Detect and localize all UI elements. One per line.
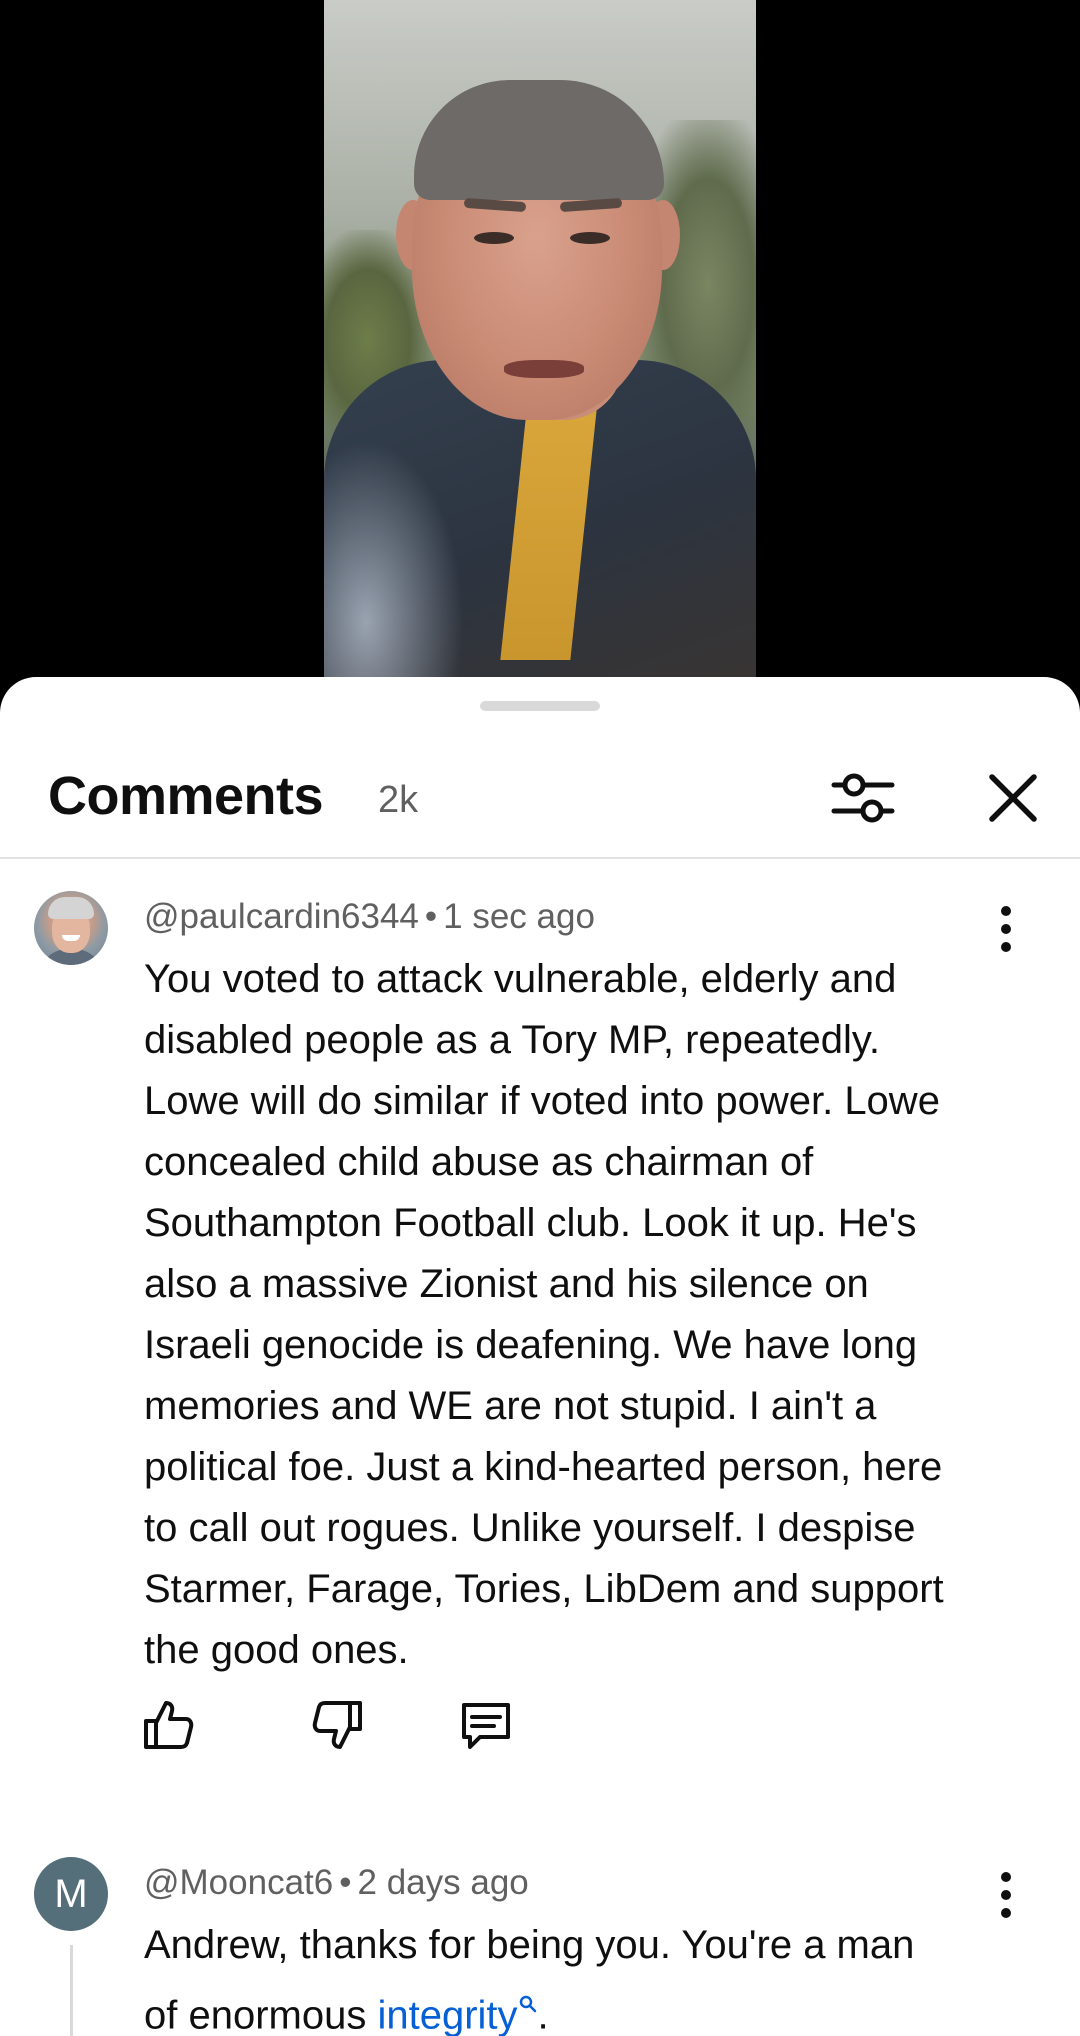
meta-separator: • xyxy=(424,897,438,936)
reply-button[interactable] xyxy=(458,1697,514,1753)
comment-text: Andrew, thanks for being you. You're a m… xyxy=(144,1915,1024,2036)
comments-header: Comments 2k xyxy=(0,737,1080,859)
dislike-button[interactable] xyxy=(310,1697,366,1753)
comment-text-line: memories and WE are not stupid. I ain't … xyxy=(144,1384,877,1428)
comment-text-line: political foe. Just a kind-hearted perso… xyxy=(144,1445,943,1489)
thumbs-up-icon xyxy=(144,1701,194,1749)
video-person-eye xyxy=(474,232,514,244)
comment-text-line: the good ones. xyxy=(144,1628,409,1672)
comments-sheet: Comments 2k @paulcardin6344 • 1 sec ago … xyxy=(0,677,1080,2036)
comment-meta: @paulcardin6344 • 1 sec ago xyxy=(144,897,595,937)
drag-handle[interactable] xyxy=(480,701,600,711)
video-glare xyxy=(324,440,464,700)
sliders-icon xyxy=(831,773,895,823)
search-link[interactable]: integrity xyxy=(377,1993,517,2036)
avatar-hair xyxy=(48,897,94,919)
comment-text-line: of enormous integrity. xyxy=(144,1976,1024,2036)
close-button[interactable] xyxy=(980,765,1046,831)
comment-author[interactable]: @Mooncat6 xyxy=(144,1863,333,1902)
video-person-hair xyxy=(414,80,664,200)
avatar[interactable]: M xyxy=(34,1857,108,1931)
meta-separator: • xyxy=(339,1863,352,1902)
sort-filter-button[interactable] xyxy=(830,765,896,831)
comment-text-line: Andrew, thanks for being you. You're a m… xyxy=(144,1923,915,1967)
comment-time: 1 sec ago xyxy=(443,897,595,936)
thumbs-down-icon xyxy=(312,1701,362,1749)
comment-text-line: also a massive Zionist and his silence o… xyxy=(144,1262,869,1306)
video-player[interactable] xyxy=(0,0,1080,700)
comment-actions xyxy=(140,1697,540,1757)
thread-line xyxy=(70,1945,73,2036)
comment-text-segment: of enormous xyxy=(144,1993,378,2036)
comment-text-line: Lowe will do similar if voted into power… xyxy=(144,1079,940,1123)
comments-title: Comments xyxy=(48,766,324,826)
comment-text-line: concealed child abuse as chairman of xyxy=(144,1140,814,1184)
close-icon xyxy=(989,774,1037,822)
comments-count: 2k xyxy=(378,779,419,821)
comment-meta: @Mooncat6 • 2 days ago xyxy=(144,1863,529,1903)
comment-text-segment: . xyxy=(537,1993,549,2036)
like-button[interactable] xyxy=(140,1697,196,1753)
reply-comment-icon xyxy=(462,1703,510,1749)
video-frame[interactable] xyxy=(324,0,756,700)
comment-author[interactable]: @paulcardin6344 xyxy=(144,897,419,936)
comment-text-line: to call out rogues. Unlike yourself. I d… xyxy=(144,1506,916,1550)
video-person-mouth xyxy=(504,360,584,378)
video-person-eye xyxy=(570,232,610,244)
comment-text-line: Southampton Football club. Look it up. H… xyxy=(144,1201,917,1245)
search-icon xyxy=(518,1993,538,2020)
comment-time: 2 days ago xyxy=(357,1863,529,1902)
comment-text-line: You voted to attack vulnerable, elderly … xyxy=(144,957,897,1001)
comment-text-line: disabled people as a Tory MP, repeatedly… xyxy=(144,1018,881,1062)
comment-text-line: Israeli genocide is deafening. We have l… xyxy=(144,1323,918,1367)
comment-text-line: Starmer, Farage, Tories, LibDem and supp… xyxy=(144,1567,944,1611)
avatar[interactable] xyxy=(34,891,108,965)
comment-text: You voted to attack vulnerable, elderly … xyxy=(144,949,1024,1681)
